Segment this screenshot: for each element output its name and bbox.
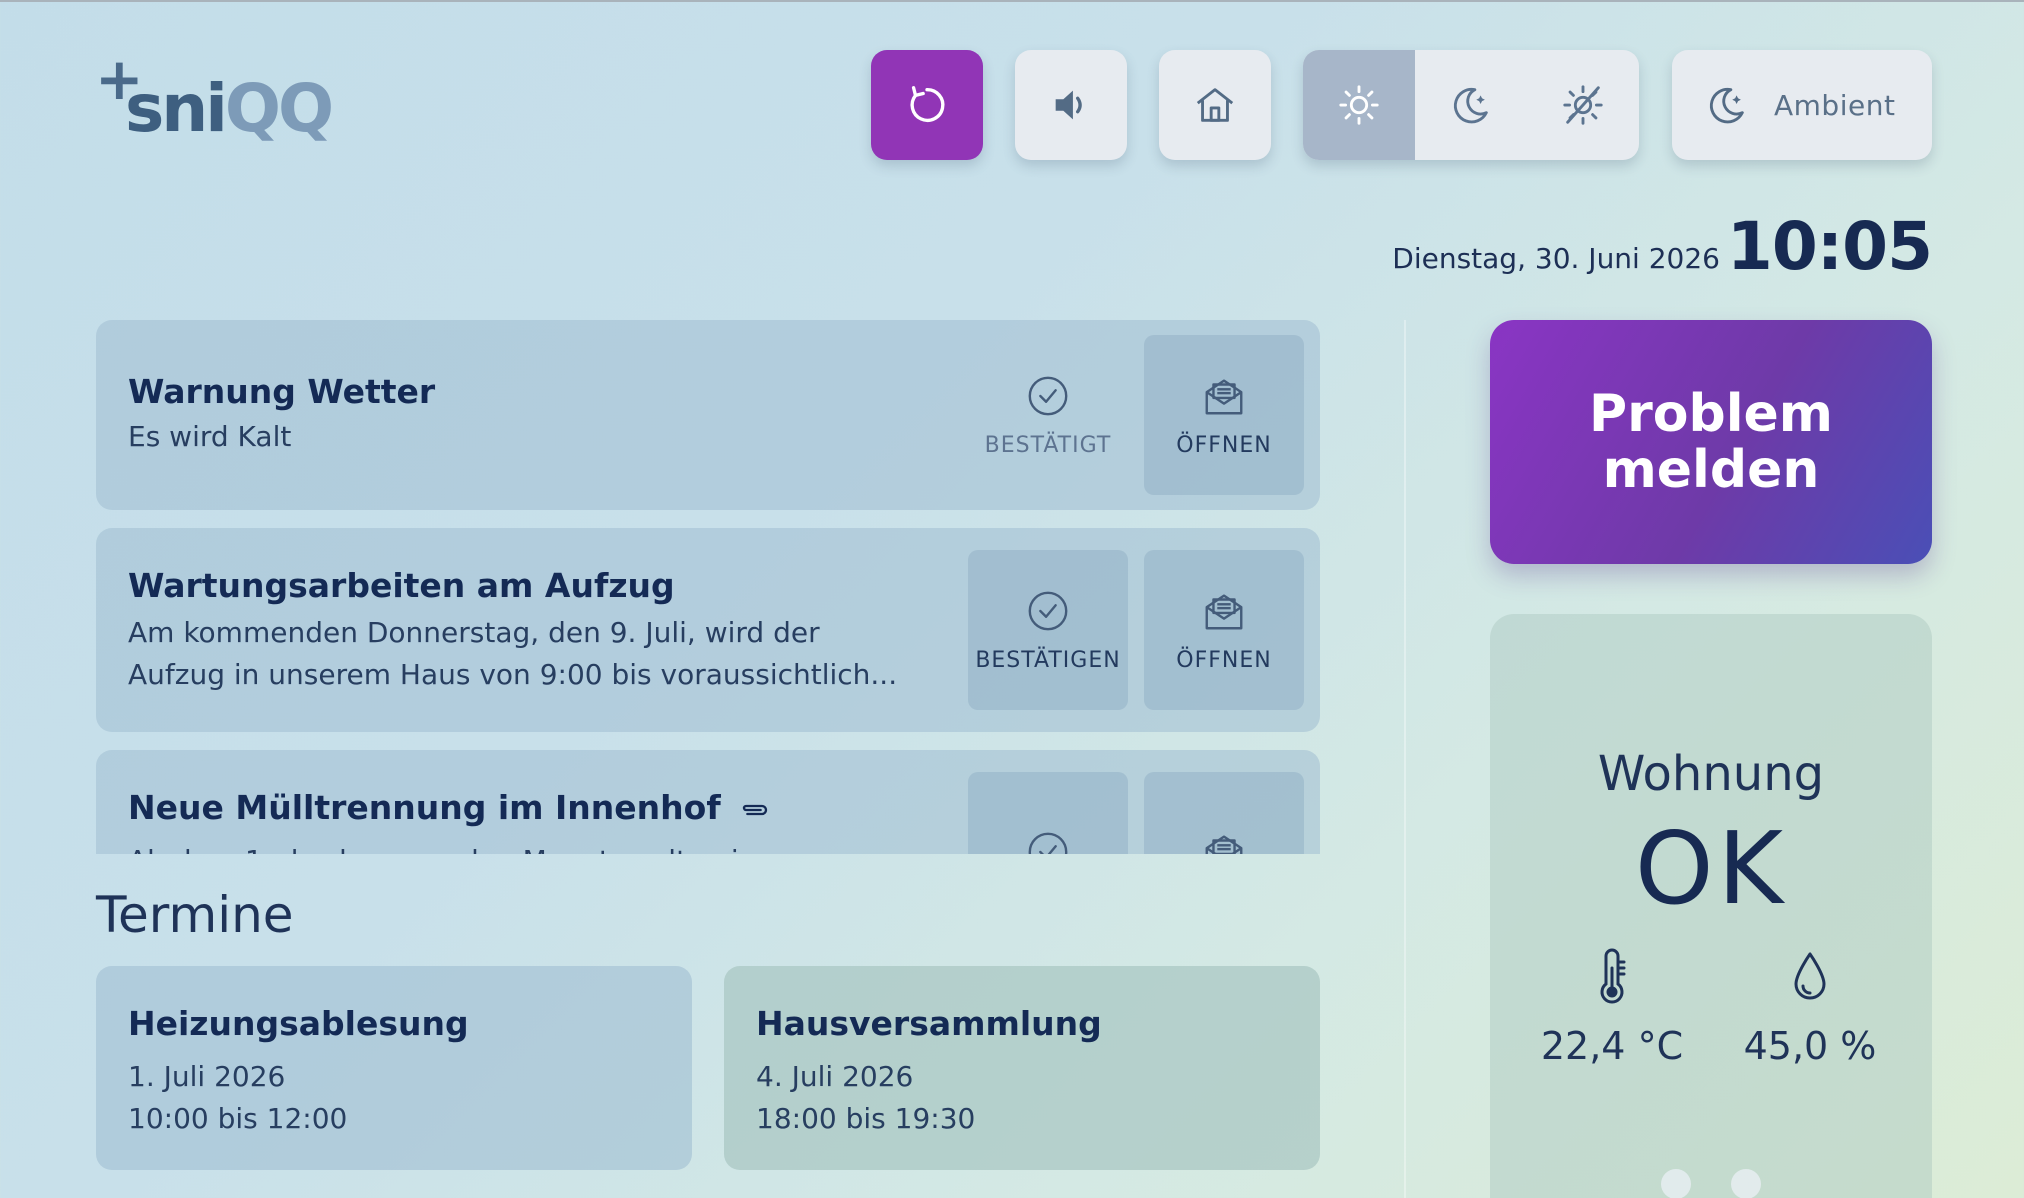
current-date: Dienstag, 30. Juni 2026 xyxy=(1392,242,1720,275)
column-divider xyxy=(1404,320,1406,1198)
moon-icon xyxy=(1453,87,1488,124)
speaker-icon xyxy=(1055,90,1082,120)
logo-text: sniQQ xyxy=(125,70,334,147)
appointment-date: 4. Juli 2026 xyxy=(756,1060,914,1093)
humidity-value: 45,0 % xyxy=(1743,1024,1877,1068)
home-button[interactable] xyxy=(1159,50,1271,160)
check-circle-icon xyxy=(1028,376,1068,415)
appointment-card[interactable]: Heizungsablesung 1. Juli 2026 10:00 bis … xyxy=(96,966,692,1170)
thermometer-icon xyxy=(1600,948,1626,1004)
sun-icon xyxy=(1339,85,1379,125)
page-dot[interactable] xyxy=(1661,1169,1691,1198)
open-label: ÖFFNEN xyxy=(1176,647,1272,673)
top-border xyxy=(0,0,2024,2)
ambient-label: Ambient xyxy=(1774,88,1896,122)
temperature-value: 22,4 °C xyxy=(1540,1024,1684,1068)
light-mode-selector xyxy=(1303,50,1639,160)
sun-off-icon xyxy=(1563,85,1603,125)
water-drop-icon xyxy=(1794,952,1826,1000)
open-envelope-icon xyxy=(1205,835,1243,854)
appointments-heading: Termine xyxy=(96,886,294,944)
message-item[interactable]: Wartungsarbeiten am Aufzug Am kommenden … xyxy=(96,528,1320,732)
check-circle-icon xyxy=(1028,591,1068,630)
message-title: Wartungsarbeiten am Aufzug xyxy=(128,566,675,605)
ambient-button[interactable]: Ambient xyxy=(1672,50,1932,160)
reload-button[interactable] xyxy=(871,50,983,160)
status-state: OK xyxy=(1634,810,1788,927)
report-problem-label: Problem melden xyxy=(1589,384,1833,500)
message-list[interactable]: Warnung Wetter Es wird Kalt BESTÄTIGT ÖF… xyxy=(96,320,1320,854)
message-body: Am kommenden Donnerstag, den 9. Juli, wi… xyxy=(128,616,898,691)
moon-icon xyxy=(1709,87,1744,124)
appointment-time: 10:00 bis 12:00 xyxy=(128,1102,348,1135)
appointment-title: Heizungsablesung xyxy=(128,1004,469,1043)
message-body: Ab dem 1. des kommenden Monats gelten in… xyxy=(128,840,928,854)
open-button[interactable] xyxy=(1144,772,1304,854)
attachment-icon xyxy=(743,804,768,815)
message-item[interactable]: Neue Mülltrennung im Innenhof Ab dem 1. … xyxy=(96,750,1320,854)
appointment-title: Hausversammlung xyxy=(756,1004,1102,1043)
confirm-button[interactable] xyxy=(968,772,1128,854)
open-button[interactable]: ÖFFNEN xyxy=(1144,550,1304,710)
temperature-metric: 22,4 °C xyxy=(1512,948,1712,1068)
confirm-button[interactable]: BESTÄTIGEN xyxy=(968,550,1128,710)
message-item[interactable]: Warnung Wetter Es wird Kalt BESTÄTIGT ÖF… xyxy=(96,320,1320,510)
confirmed-indicator: BESTÄTIGT xyxy=(968,335,1128,495)
open-label: ÖFFNEN xyxy=(1176,432,1272,458)
report-problem-button[interactable]: Problem melden xyxy=(1490,320,1932,564)
apartment-status-card[interactable]: Wohnung OK 22,4 °C 45,0 % xyxy=(1490,614,1932,1198)
confirm-label: BESTÄTIGEN xyxy=(975,647,1121,673)
appointment-time: 18:00 bis 19:30 xyxy=(756,1102,976,1135)
current-time: 10:05 xyxy=(1726,208,1933,285)
status-location: Wohnung xyxy=(1597,746,1825,802)
open-envelope-icon xyxy=(1205,593,1243,629)
mode-off[interactable] xyxy=(1527,50,1639,160)
page-indicator xyxy=(1490,1169,1932,1198)
message-title: Warnung Wetter xyxy=(128,372,436,411)
mode-night[interactable] xyxy=(1415,50,1527,160)
message-title: Neue Mülltrennung im Innenhof xyxy=(128,788,770,827)
sniqq-logo: + sniQQ xyxy=(95,50,345,158)
confirmed-label: BESTÄTIGT xyxy=(984,432,1112,458)
humidity-metric: 45,0 % xyxy=(1710,948,1910,1068)
open-button[interactable]: ÖFFNEN xyxy=(1144,335,1304,495)
sound-button[interactable] xyxy=(1015,50,1127,160)
page-dot[interactable] xyxy=(1731,1169,1761,1198)
mode-day[interactable] xyxy=(1303,50,1415,160)
open-envelope-icon xyxy=(1205,378,1243,414)
home-icon xyxy=(1196,88,1234,122)
check-circle-icon xyxy=(1028,832,1068,854)
message-body: Es wird Kalt xyxy=(128,420,292,453)
appointment-card[interactable]: Hausversammlung 4. Juli 2026 18:00 bis 1… xyxy=(724,966,1320,1170)
appointment-date: 1. Juli 2026 xyxy=(128,1060,286,1093)
reload-icon xyxy=(910,86,945,122)
